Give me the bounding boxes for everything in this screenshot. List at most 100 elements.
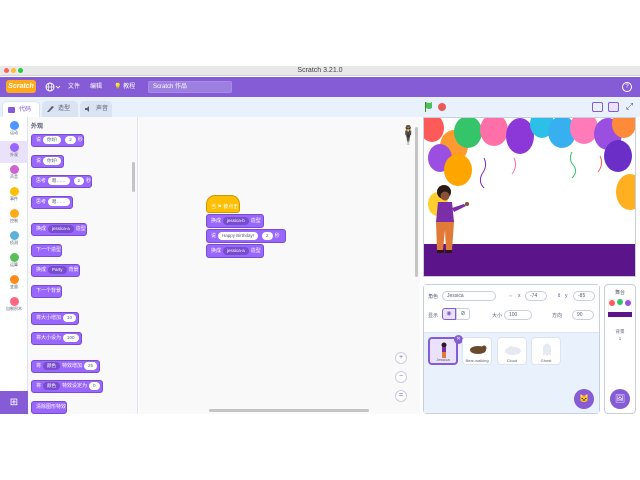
block-text: 造型 [75,226,86,232]
choose-sprite-button[interactable]: 🐱 [574,389,594,409]
stage-header: ⤢ [420,97,640,117]
sprite-name-input[interactable]: Jessica [442,291,496,301]
block-input[interactable]: 你好! [43,135,62,144]
help-icon[interactable]: ? [622,82,632,92]
block-say[interactable]: 说你好! [31,155,65,168]
sprite-thumb-bear-walking[interactable]: Bear-walking [462,337,492,365]
block-input[interactable]: Happy Birthday! [218,231,259,240]
x-input[interactable]: -74 [525,291,547,301]
sprite-thumb-name: Jessica [436,357,450,362]
choose-backdrop-button[interactable]: 🖼 [610,389,630,409]
block-dropdown[interactable]: jessica-a [223,246,249,255]
category-motion[interactable]: 运动 [0,119,28,141]
block-say-for-secs[interactable]: 说你好! 2 秒 [31,134,84,147]
project-title-input[interactable]: Scratch 作品 [148,81,232,93]
normal-stage-icon[interactable] [608,102,619,112]
tab-sounds[interactable]: 声音 [80,101,112,117]
language-menu[interactable] [44,77,62,97]
stop-sign-icon[interactable] [438,103,446,111]
tab-costumes[interactable]: 造型 [42,101,78,117]
block-input[interactable]: 0 [89,381,100,390]
zoom-reset-button[interactable]: = [395,390,407,402]
block-input[interactable]: 25 [84,361,98,370]
y-arrows-icon: ⇕ [557,293,562,299]
script-block-say-for-secs[interactable]: 说 Happy Birthday! 2 秒 [206,229,286,243]
block-set-size[interactable]: 将大小设为 100 [31,332,82,345]
stage-canvas[interactable] [423,117,636,277]
size-input[interactable]: 100 [504,310,532,320]
block-text: 秒 [77,137,83,143]
script-block-switch-costume[interactable]: 换成 jessica-b 造型 [206,214,264,228]
block-text: 换成 [36,267,47,273]
sprite-thumb-jessica[interactable]: Jessica ✕ [428,335,463,365]
file-menu[interactable]: 文件 [68,77,80,97]
category-looks[interactable]: 外观 [0,141,28,163]
when-flag-clicked-hat[interactable]: 当 ⚑ 被点击 [206,195,240,213]
palette-scrollbar[interactable] [132,162,135,192]
backdrop-count: 1 [618,336,622,341]
edit-menu[interactable]: 编辑 [90,77,102,97]
script-horizontal-scrollbar[interactable] [209,409,369,412]
script-block-switch-costume-2[interactable]: 换成 jessica-a 造型 [206,244,264,258]
block-input[interactable]: 2 [65,135,76,144]
block-input[interactable]: 2 [262,231,273,240]
small-stage-icon[interactable] [592,102,603,112]
zoom-out-button[interactable]: − [395,371,407,383]
fullscreen-icon[interactable]: ⤢ [624,101,635,112]
block-dropdown[interactable]: Party [48,265,67,274]
category-sensing[interactable]: 侦测 [0,229,28,251]
palette-heading: 外观 [31,124,44,130]
editor-tabs: 代码 造型 声音 [0,97,420,117]
block-set-effect[interactable]: 将颜色 特效设定为 0 [31,380,103,393]
category-variables[interactable]: 变量 [0,273,28,295]
category-label: 侦测 [10,240,18,245]
script-vertical-scrollbar[interactable] [415,127,418,277]
block-change-effect[interactable]: 将颜色 特效增加 25 [31,360,101,373]
events-dot-icon [9,187,19,196]
direction-input[interactable]: 90 [572,310,594,320]
script-area[interactable]: 🕴 当 ⚑ 被点击 换成 jessica-b 造型 说 Happy Birthday!… [139,117,420,414]
block-input[interactable]: 100 [63,333,79,342]
block-dropdown[interactable]: jessica-a [48,224,74,233]
category-events[interactable]: 事件 [0,185,28,207]
jessica-thumb-icon [441,342,447,358]
stage-target-panel[interactable]: 舞台 背景 1 🖼 [604,284,636,414]
tab-code[interactable]: 代码 [2,101,40,117]
category-sound[interactable]: 声音 [0,163,28,185]
block-input[interactable]: 2 [73,176,85,185]
block-change-size[interactable]: 将大小增加 10 [31,312,80,325]
tab-costumes-label: 造型 [58,106,71,112]
control-dot-icon [9,209,19,218]
block-dropdown[interactable]: jessica-b [223,216,249,225]
block-next-costume[interactable]: 下一个造型 [31,244,63,257]
scratch-logo[interactable]: Scratch [6,80,36,93]
block-text: 清除图形特效 [36,404,67,410]
block-text: 造型 [250,248,261,254]
sprite-thumb-cloud[interactable]: Cloud [497,337,527,365]
block-switch-backdrop[interactable]: 换成 Party 背景 [31,264,80,277]
y-input[interactable]: -85 [573,291,595,301]
show-sprite-eye-icon[interactable]: ◉ [442,308,456,320]
block-input[interactable]: 你好! [43,156,62,165]
block-clear-effects[interactable]: 清除图形特效 [31,401,68,414]
block-dropdown[interactable]: 颜色 [43,381,61,390]
category-my-blocks[interactable]: 自制积木 [0,295,28,317]
block-input[interactable]: 嗯…… [48,176,70,185]
category-control[interactable]: 控制 [0,207,28,229]
hide-sprite-eye-icon[interactable]: ⊘ [456,308,470,320]
block-next-backdrop[interactable]: 下一个背景 [31,285,63,298]
block-think-for-secs[interactable]: 思考 嗯…… 2 秒 [31,175,93,188]
block-dropdown[interactable]: 颜色 [43,361,61,370]
block-input[interactable]: 嗯…… [48,197,70,206]
sprite-thumb-ghost[interactable]: Ghost [531,337,561,365]
block-input[interactable]: 10 [63,313,77,322]
tutorials-menu[interactable]: 💡 教程 [114,77,135,97]
category-operators[interactable]: 运算 [0,251,28,273]
add-extension-button[interactable]: ⊞ [0,391,28,414]
category-label: 声音 [10,174,18,179]
green-flag-icon[interactable] [424,102,434,112]
block-think[interactable]: 思考 嗯…… [31,196,73,209]
block-switch-costume[interactable]: 换成 jessica-a 造型 [31,223,87,236]
zoom-in-button[interactable]: + [395,352,407,364]
sprite-list: Jessica ✕ Bear-walking Cloud Ghost 🐱 [424,333,599,413]
